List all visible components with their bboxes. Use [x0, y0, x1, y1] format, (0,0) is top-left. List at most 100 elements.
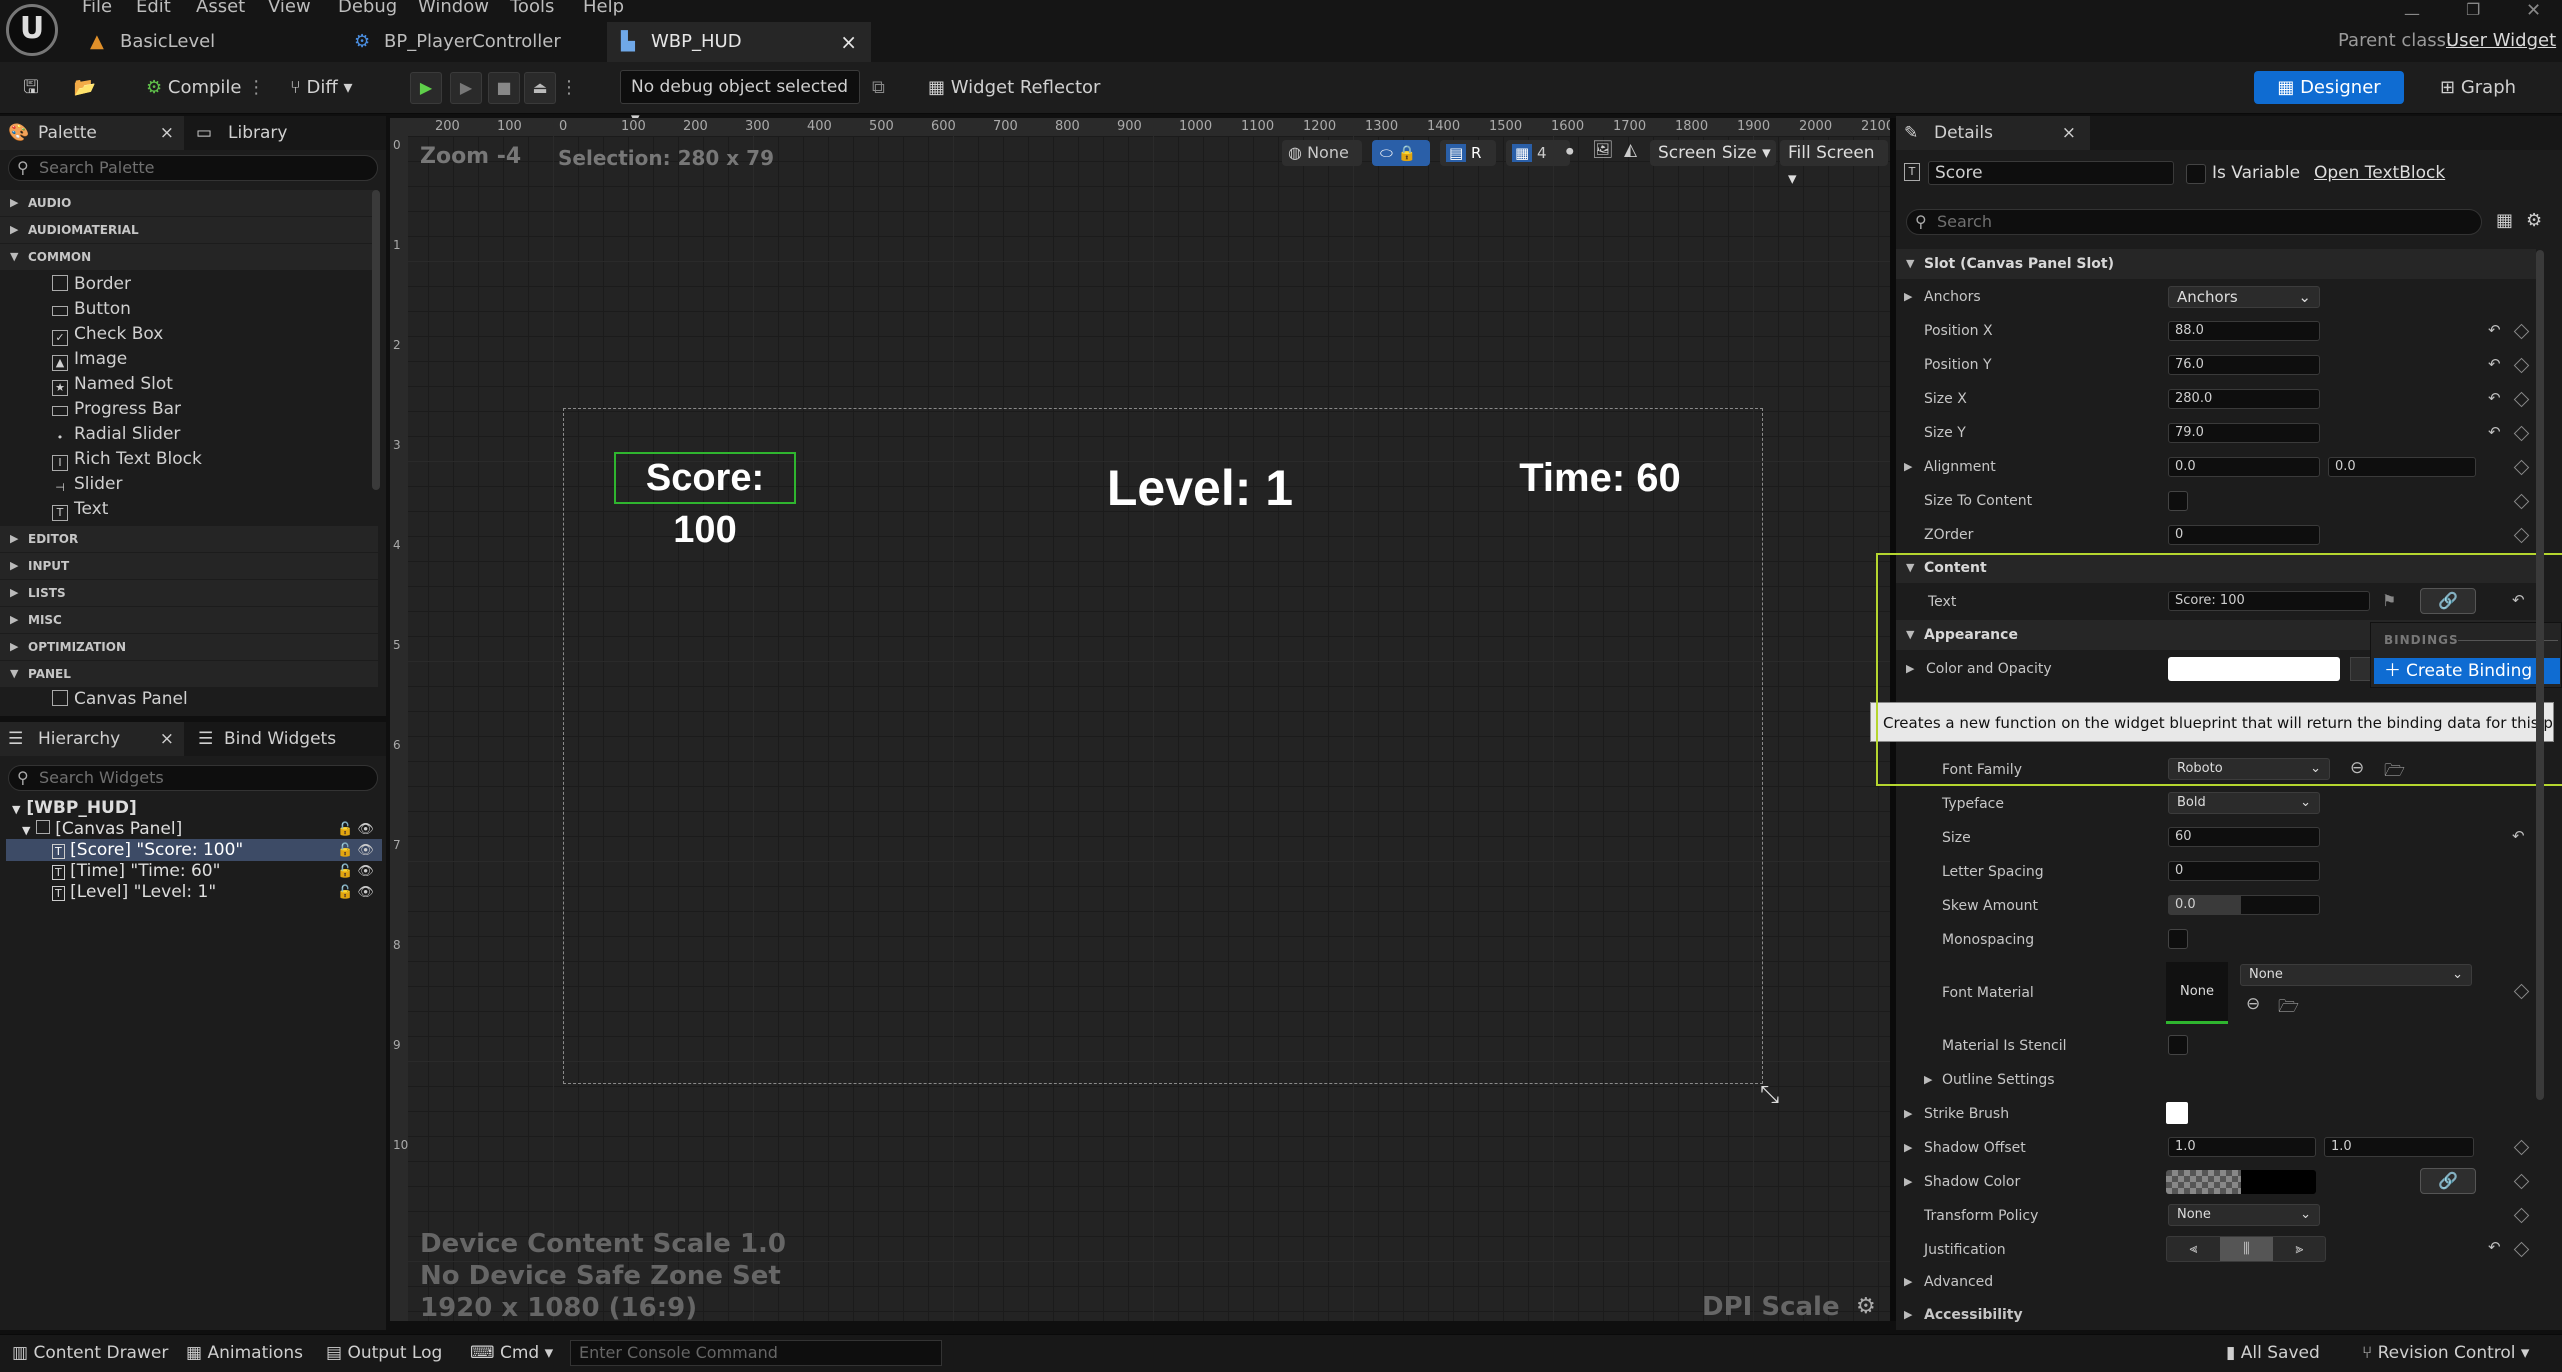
- designer-viewport[interactable]: Score: 100 Level: 1 Time: 60 ⤡ Zoom -4 S…: [390, 118, 1890, 1321]
- time-text[interactable]: Time: 60: [1500, 452, 1700, 504]
- alignment-y-input[interactable]: 0.0: [2328, 457, 2476, 477]
- category-panel[interactable]: ▼ PANEL: [0, 661, 378, 687]
- expand-icon[interactable]: ▶: [1904, 290, 1912, 303]
- position-y-input[interactable]: 76.0: [2168, 355, 2320, 375]
- close-tab-icon[interactable]: ×: [840, 22, 857, 62]
- menu-tools[interactable]: Tools: [510, 0, 554, 16]
- designer-button[interactable]: ▦ Designer: [2254, 71, 2404, 104]
- unreal-logo-icon[interactable]: U: [6, 4, 58, 56]
- debug-browse-icon[interactable]: ⧉: [872, 72, 885, 104]
- score-text[interactable]: Score: 100: [614, 452, 796, 551]
- shadow-color-swatch[interactable]: [2166, 1170, 2316, 1194]
- lock-icon[interactable]: 🔓: [337, 864, 353, 879]
- shadow-color-bind-button[interactable]: 🔗: [2420, 1168, 2476, 1194]
- align-right-icon[interactable]: ⫸: [2273, 1237, 2326, 1261]
- expand-icon[interactable]: ▶: [1924, 1073, 1932, 1086]
- palette-item-button[interactable]: Button: [52, 297, 131, 321]
- tab-details[interactable]: ✎ Details ×: [1896, 116, 2090, 150]
- stop-button[interactable]: ■: [488, 72, 520, 104]
- palette-item-image[interactable]: ▲ Image: [52, 347, 127, 371]
- align-left-icon[interactable]: ⫷: [2167, 1237, 2220, 1261]
- palette-item-border[interactable]: Border: [52, 272, 131, 296]
- tab-basiclevel[interactable]: ▲ BasicLevel: [76, 22, 346, 62]
- details-scrollbar[interactable]: [2536, 250, 2544, 1100]
- typeface-dropdown[interactable]: Bold ⌄: [2168, 792, 2320, 814]
- content-drawer-button[interactable]: ▥ Content Drawer: [12, 1334, 168, 1372]
- compile-options-icon[interactable]: ⋮: [247, 77, 265, 98]
- expand-icon[interactable]: ▶: [1904, 1308, 1912, 1321]
- save-icon[interactable]: 🖫: [16, 72, 46, 104]
- console-input[interactable]: Enter Console Command: [570, 1340, 942, 1366]
- expand-icon[interactable]: ▶: [1904, 1107, 1912, 1120]
- background-image-icon[interactable]: 🖼: [1592, 140, 1614, 160]
- use-selected-icon[interactable]: ⊖: [2350, 758, 2364, 778]
- position-x-input[interactable]: 88.0: [2168, 321, 2320, 341]
- anchors-dropdown[interactable]: Anchors ⌄: [2168, 286, 2320, 308]
- category-misc[interactable]: ▶ MISC: [0, 607, 378, 633]
- menu-debug[interactable]: Debug: [338, 0, 397, 16]
- revision-control-button[interactable]: ⑂ Revision Control ▾: [2362, 1334, 2529, 1372]
- eye-icon[interactable]: 👁: [357, 885, 374, 900]
- menu-asset[interactable]: Asset: [196, 0, 245, 16]
- compile-button[interactable]: ⚙ Compile ⋮: [146, 72, 265, 104]
- expand-icon[interactable]: ▶: [1904, 1275, 1912, 1288]
- play-options-icon[interactable]: ⋮: [560, 72, 578, 104]
- table-view-icon[interactable]: ▦: [2496, 210, 2513, 231]
- output-log-button[interactable]: ▤ Output Log: [326, 1334, 442, 1372]
- category-audio[interactable]: ▶ AUDIO: [0, 190, 378, 216]
- tab-wbp-hud[interactable]: ▙ WBP_HUD ×: [607, 22, 871, 62]
- tree-item-score[interactable]: T [Score] "Score: 100": [52, 840, 243, 860]
- palette-item-canvas-panel[interactable]: Canvas Panel: [52, 687, 188, 711]
- is-variable-checkbox[interactable]: [2186, 164, 2206, 184]
- tab-bp-playercontroller[interactable]: ⚙ BP_PlayerController: [340, 22, 610, 62]
- restore-icon[interactable]: ❐: [2466, 0, 2480, 19]
- tree-item-time[interactable]: T [Time] "Time: 60": [52, 861, 220, 881]
- category-editor[interactable]: ▶ EDITOR: [0, 526, 378, 552]
- menu-window[interactable]: Window: [418, 0, 489, 16]
- palette-scrollbar[interactable]: [372, 190, 380, 490]
- tab-bind-widgets[interactable]: ☰ Bind Widgets: [190, 722, 380, 756]
- tree-canvas-panel[interactable]: ▼ [Canvas Panel]: [22, 819, 182, 839]
- font-family-dropdown[interactable]: Roboto ⌄: [2168, 758, 2330, 780]
- size-y-input[interactable]: 79.0: [2168, 423, 2320, 443]
- reset-icon[interactable]: ↶: [2488, 389, 2501, 407]
- eject-button[interactable]: ⏏: [524, 72, 556, 104]
- palette-item-radial-slider[interactable]: • Radial Slider: [52, 422, 181, 446]
- category-input[interactable]: ▶ INPUT: [0, 553, 378, 579]
- tree-root[interactable]: ▼ [WBP_HUD]: [12, 798, 137, 818]
- close-hierarchy-icon[interactable]: ×: [160, 722, 174, 756]
- localization-preview-button[interactable]: ◍ None: [1282, 140, 1362, 166]
- close-palette-icon[interactable]: ×: [160, 116, 174, 150]
- shadow-offset-y-input[interactable]: 1.0: [2324, 1137, 2474, 1157]
- screen-size-dropdown[interactable]: Screen Size ▾: [1650, 140, 1776, 166]
- parent-class-link[interactable]: User Widget: [2446, 30, 2556, 51]
- graph-button[interactable]: ⊞ Graph: [2440, 72, 2516, 104]
- lock-icon[interactable]: 🔓: [337, 885, 353, 900]
- section-slot[interactable]: ▼ Slot (Canvas Panel Slot): [1896, 249, 2536, 279]
- menu-file[interactable]: File: [82, 0, 112, 16]
- respect-locks-toggle[interactable]: ⬭ 🔒: [1372, 140, 1430, 166]
- use-selected-icon[interactable]: ⊖: [2246, 994, 2260, 1014]
- dpi-icon[interactable]: ◭: [1624, 140, 1637, 160]
- category-optimization[interactable]: ▶ OPTIMIZATION: [0, 634, 378, 660]
- reset-icon[interactable]: ↶: [2488, 423, 2501, 441]
- fill-screen-dropdown[interactable]: Fill Screen ▾: [1780, 140, 1888, 189]
- palette-item-named-slot[interactable]: ★ Named Slot: [52, 372, 173, 396]
- browse-asset-icon[interactable]: 📂: [70, 72, 100, 104]
- font-material-dropdown[interactable]: None ⌄: [2240, 964, 2472, 986]
- animations-button[interactable]: ▦ Animations: [186, 1334, 303, 1372]
- minimize-icon[interactable]: —: [2404, 4, 2420, 23]
- level-text[interactable]: Level: 1: [1070, 458, 1330, 518]
- strike-brush-swatch[interactable]: [2166, 1102, 2188, 1124]
- diff-button[interactable]: ⑂ Diff ▾: [290, 72, 353, 104]
- resize-handle-icon[interactable]: ⤡: [1760, 1080, 1779, 1108]
- palette-search-input[interactable]: ⚲ Search Palette: [8, 155, 378, 181]
- palette-item-rich-text-block[interactable]: I Rich Text Block: [52, 447, 202, 471]
- dpi-settings-icon[interactable]: ⚙: [1856, 1294, 1876, 1319]
- category-audiomaterial[interactable]: ▶ AUDIOMATERIAL: [0, 217, 378, 243]
- menu-edit[interactable]: Edit: [136, 0, 171, 16]
- close-details-icon[interactable]: ×: [2062, 116, 2076, 150]
- debug-object-dropdown[interactable]: No debug object selected ▾: [620, 70, 860, 129]
- play-button[interactable]: ▶: [410, 72, 442, 104]
- all-saved-button[interactable]: ▮ All Saved: [2226, 1334, 2320, 1372]
